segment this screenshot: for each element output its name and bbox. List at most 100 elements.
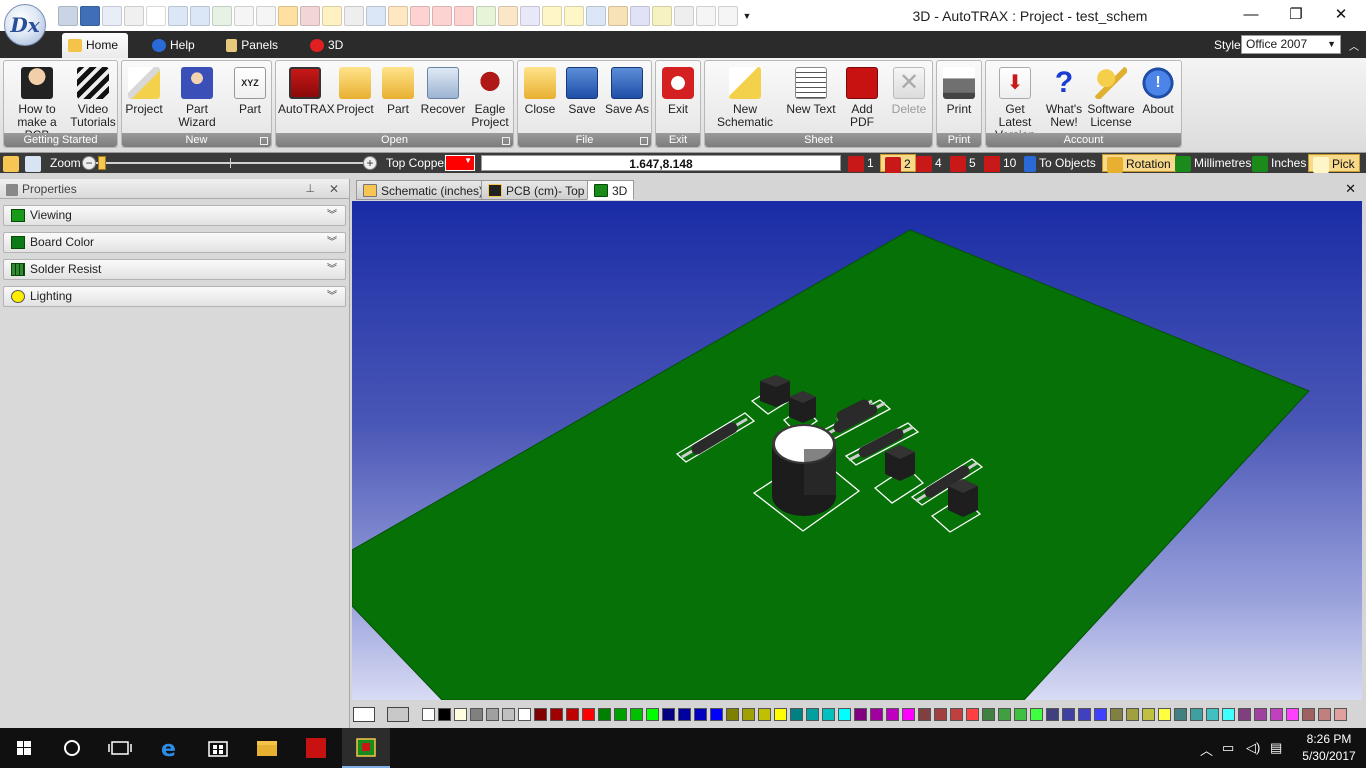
select-icon[interactable] [564, 6, 584, 26]
new-part-button[interactable]: XYZ Part [230, 65, 270, 133]
palette-swatch[interactable] [982, 708, 995, 721]
palette-swatch[interactable] [1126, 708, 1139, 721]
minimize-button[interactable]: — [1228, 0, 1274, 31]
palette-swatch[interactable] [742, 708, 755, 721]
palette-swatch[interactable] [934, 708, 947, 721]
palette-swatch[interactable] [1222, 708, 1235, 721]
save-button[interactable]: Save [562, 65, 602, 133]
foreground-color-swatch[interactable] [353, 707, 375, 722]
edge-button[interactable]: e [146, 728, 194, 768]
search-button[interactable] [48, 728, 96, 768]
get-latest-version-button[interactable]: ⬇ Get Latest Version [988, 65, 1042, 142]
tab-schematic[interactable]: Schematic (inches) [356, 180, 491, 200]
open-autotrax-button[interactable]: AutoTRAX [278, 65, 335, 133]
file-explorer-button[interactable] [243, 728, 291, 768]
open-project-button[interactable]: Project [334, 65, 376, 133]
print-button[interactable]: Print [939, 65, 979, 133]
zoom-icon[interactable] [256, 6, 276, 26]
whats-new-button[interactable]: ? What's New! [1044, 65, 1084, 133]
align-icon[interactable] [322, 6, 342, 26]
palette-swatch[interactable] [630, 708, 643, 721]
palette-swatch[interactable] [966, 708, 979, 721]
video-tutorials-button[interactable]: Video Tutorials [68, 65, 118, 133]
tab-pcb[interactable]: PCB (cm)- Top [481, 180, 592, 200]
palette-swatch[interactable] [790, 708, 803, 721]
grid-icon[interactable] [388, 6, 408, 26]
palette-swatch[interactable] [918, 708, 931, 721]
to-objects-button[interactable]: To Objects [1024, 154, 1096, 172]
palette-swatch[interactable] [582, 708, 595, 721]
palette-swatch[interactable] [662, 708, 675, 721]
layer-5-button[interactable]: 5 [950, 154, 976, 172]
palette-swatch[interactable] [902, 708, 915, 721]
rotation-button[interactable]: Rotation [1102, 154, 1176, 173]
close-document-button[interactable]: ✕ [1345, 181, 1356, 197]
save-icon[interactable] [80, 6, 100, 26]
grid-snap-icon[interactable] [212, 6, 232, 26]
route-icon[interactable] [234, 6, 254, 26]
close-panel-button[interactable]: ✕ [329, 179, 339, 199]
part-wizard-button[interactable]: Part Wizard [166, 65, 228, 133]
layer-1-button[interactable]: 1 [848, 154, 874, 172]
new-project-button[interactable]: Project [124, 65, 164, 133]
palette-swatch[interactable] [710, 708, 723, 721]
palette-swatch[interactable] [774, 708, 787, 721]
task-view-button[interactable] [96, 728, 144, 768]
palette-swatch[interactable] [598, 708, 611, 721]
palette-swatch[interactable] [1030, 708, 1043, 721]
palette-swatch[interactable] [1158, 708, 1171, 721]
cross-icon[interactable] [344, 6, 364, 26]
palette-swatch[interactable] [806, 708, 819, 721]
tools-icon[interactable] [674, 6, 694, 26]
layer-up-icon[interactable] [454, 6, 474, 26]
palette-swatch[interactable] [1174, 708, 1187, 721]
maximize-button[interactable]: ❐ [1273, 0, 1319, 31]
palette-swatch[interactable] [422, 708, 435, 721]
section-viewing[interactable]: Viewing ︾ [3, 205, 346, 226]
millimetres-button[interactable]: Millimetres [1175, 154, 1251, 172]
palette-swatch[interactable] [822, 708, 835, 721]
start-button[interactable] [0, 728, 48, 768]
component-icon[interactable] [300, 6, 320, 26]
palette-swatch[interactable] [998, 708, 1011, 721]
software-license-button[interactable]: Software License [1086, 65, 1136, 133]
zoom-out-button[interactable]: − [82, 156, 96, 170]
colors-icon[interactable] [652, 6, 672, 26]
network-icon[interactable]: ▭ [1222, 740, 1234, 756]
layer-color-select[interactable]: ▼ [445, 155, 475, 171]
store-button[interactable] [194, 728, 242, 768]
palette-swatch[interactable] [838, 708, 851, 721]
palette-swatch[interactable] [1206, 708, 1219, 721]
pin-icon[interactable]: ⊥ [305, 179, 315, 199]
palette-swatch[interactable] [950, 708, 963, 721]
palette-swatch[interactable] [1078, 708, 1091, 721]
palette-swatch[interactable] [870, 708, 883, 721]
palette-swatch[interactable] [454, 708, 467, 721]
palette-swatch[interactable] [438, 708, 451, 721]
palette-swatch[interactable] [1254, 708, 1267, 721]
open-part-button[interactable]: Part [378, 65, 418, 133]
clock-time[interactable]: 8:26 PM [1296, 732, 1362, 746]
group-launcher-icon[interactable] [640, 137, 648, 145]
print-icon[interactable] [58, 6, 78, 26]
close-file-button[interactable]: Close [520, 65, 560, 133]
frame-icon[interactable] [718, 6, 738, 26]
delete-button[interactable]: ✕ Delete [887, 65, 931, 133]
fit-width-icon[interactable] [168, 6, 188, 26]
zoom-slider[interactable]: − + [82, 156, 378, 170]
mm-icon[interactable] [476, 6, 496, 26]
palette-swatch[interactable] [1190, 708, 1203, 721]
section-board-color[interactable]: Board Color ︾ [3, 232, 346, 253]
redo-icon[interactable] [124, 6, 144, 26]
inches-button[interactable]: Inches [1252, 154, 1306, 172]
net-icon[interactable] [586, 6, 606, 26]
show-hidden-icons[interactable]: ︿ [1200, 740, 1213, 759]
palette-swatch[interactable] [1062, 708, 1075, 721]
pick-button[interactable]: Pick [1308, 154, 1360, 173]
palette-swatch[interactable] [486, 708, 499, 721]
style-select[interactable]: Office 2007 ▼ [1241, 35, 1341, 54]
add-pdf-button[interactable]: Add PDF [839, 65, 885, 133]
palette-swatch[interactable] [1110, 708, 1123, 721]
palette-swatch[interactable] [854, 708, 867, 721]
palette-swatch[interactable] [534, 708, 547, 721]
